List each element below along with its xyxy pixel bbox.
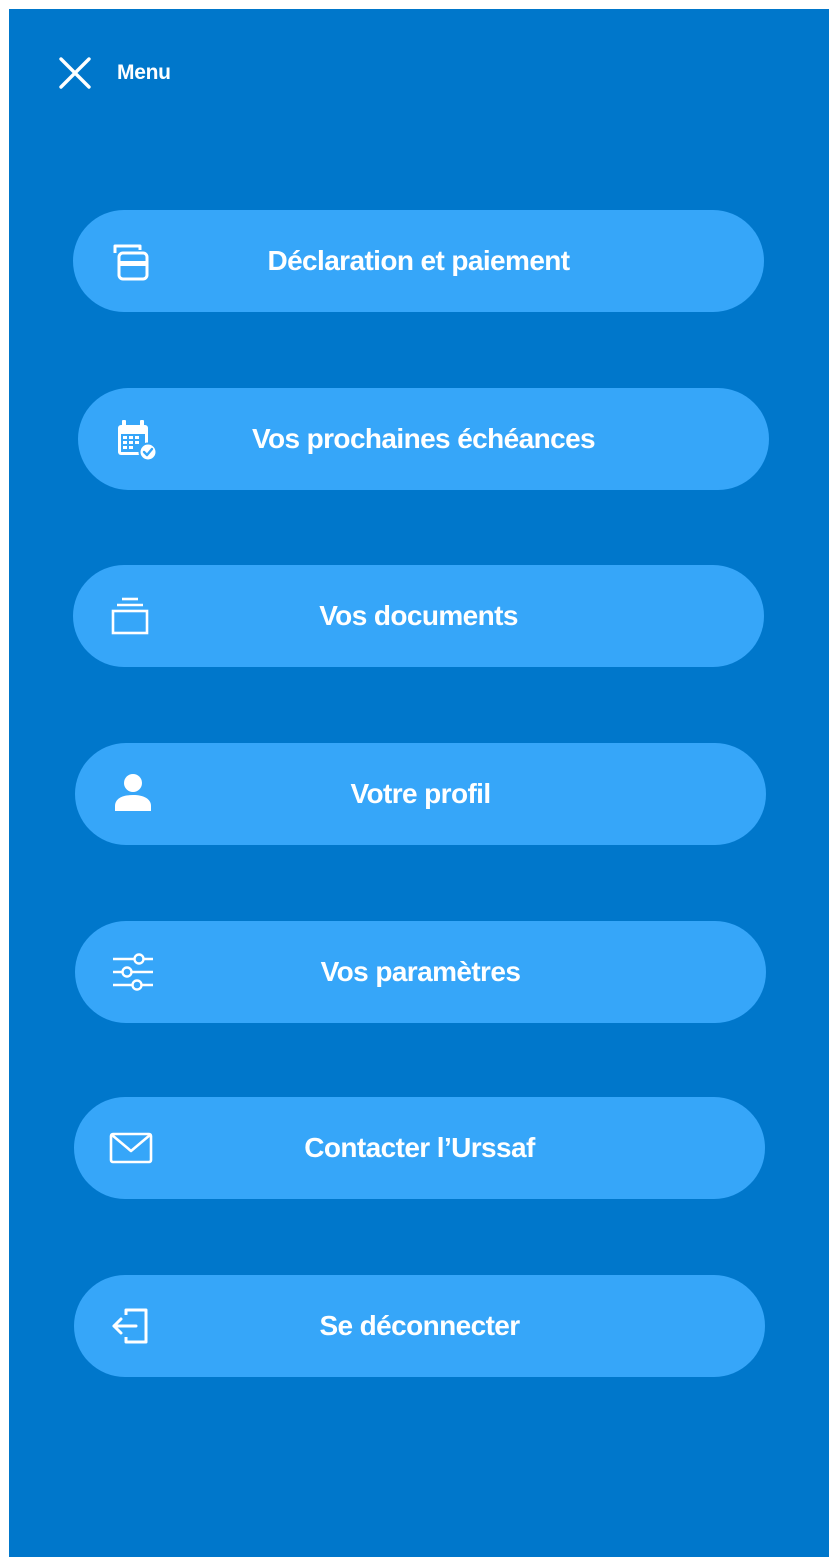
- menu-item-label: Se déconnecter: [319, 1310, 520, 1341]
- menu-item-label: Vos documents: [319, 600, 518, 631]
- menu-item-label: Déclaration et paiement: [267, 245, 570, 276]
- menu-item-profil[interactable]: Votre profil: [75, 743, 766, 845]
- menu-item-contacter-urssaf[interactable]: Contacter l’Urssaf: [74, 1097, 765, 1199]
- menu-item-declaration-paiement[interactable]: Déclaration et paiement: [73, 210, 764, 312]
- menu-title: Menu: [117, 61, 171, 84]
- menu-item-deconnecter[interactable]: Se déconnecter: [74, 1275, 765, 1377]
- close-menu-button[interactable]: [55, 53, 95, 93]
- menu-item-label: Vos paramètres: [320, 956, 521, 987]
- menu-item-prochaines-echeances[interactable]: Vos prochaines échéances: [78, 388, 769, 490]
- menu-item-parametres[interactable]: Vos paramètres: [75, 921, 766, 1023]
- menu-item-label: Vos prochaines échéances: [251, 423, 596, 454]
- menu-item-label: Votre profil: [350, 778, 491, 809]
- menu-header: Menu: [55, 53, 171, 93]
- menu-item-label: Contacter l’Urssaf: [304, 1132, 535, 1163]
- menu-item-documents[interactable]: Vos documents: [73, 565, 764, 667]
- close-icon: [59, 57, 91, 89]
- menu-panel: Menu Déclaration et paiement Vos prochai…: [9, 9, 829, 1557]
